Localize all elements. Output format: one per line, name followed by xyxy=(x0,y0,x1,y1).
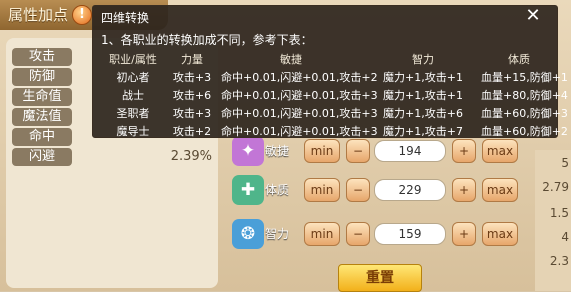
max-button[interactable]: max xyxy=(482,139,518,163)
table-cell: 战士 xyxy=(122,89,144,102)
intelligence-icon: ❂ xyxy=(232,219,264,249)
stat-label: 攻击 xyxy=(12,48,72,66)
plus-button[interactable]: + xyxy=(452,222,476,246)
minus-button[interactable]: − xyxy=(346,178,370,202)
table-cell: 魔力+1,攻击+7 xyxy=(383,125,463,138)
conversion-table: 职业/属性 力量 敏捷 智力 体质 初心者 攻击+3 命中+0.01,闪避+0.… xyxy=(93,51,568,141)
header-cell: 体质 xyxy=(508,53,530,66)
min-button[interactable]: min xyxy=(304,222,340,246)
table-cell: 初心者 xyxy=(116,71,150,84)
stat-label: 生命值 xyxy=(12,88,72,106)
attr-name: 体质 xyxy=(265,183,290,197)
stat-label: 闪避 xyxy=(12,148,72,166)
plus-button[interactable]: + xyxy=(452,139,476,163)
table-cell: 命中+0.01,闪避+0.01,攻击+3 xyxy=(221,125,378,138)
constitution-value-field[interactable]: 229 xyxy=(374,179,446,201)
header-cell: 力量 xyxy=(181,53,203,66)
table-cell: 攻击+3 xyxy=(172,107,212,120)
table-row: 圣职者 攻击+3 命中+0.01,闪避+0.01,攻击+3 魔力+1,攻击+6 … xyxy=(93,105,568,123)
table-cell: 血量+15,防御+1 xyxy=(481,71,568,84)
table-cell: 魔力+1,攻击+6 xyxy=(383,107,463,120)
right-value: 4 xyxy=(561,230,569,244)
table-cell: 命中+0.01,闪避+0.01,攻击+2 xyxy=(221,71,378,84)
table-cell: 血量+80,防御+4 xyxy=(481,89,568,102)
attr-row-constitution: ✚ 体质 min − 229 + max xyxy=(232,175,522,205)
table-cell: 命中+0.01,闪避+0.01,攻击+3 xyxy=(221,89,378,102)
table-cell: 血量+60,防御+3 xyxy=(481,107,568,120)
max-button[interactable]: max xyxy=(482,178,518,202)
tooltip-title: 四维转换 xyxy=(101,11,150,25)
table-cell: 攻击+6 xyxy=(172,89,212,102)
attr-row-intelligence: ❂ 智力 min − 159 + max xyxy=(232,219,522,249)
table-cell: 魔导士 xyxy=(116,125,150,138)
min-button[interactable]: min xyxy=(304,178,340,202)
plus-button[interactable]: + xyxy=(452,178,476,202)
stat-row-dodge: 闪避 2.39% xyxy=(12,148,212,166)
right-value: 2.79 xyxy=(542,180,569,194)
table-row: 魔导士 攻击+2 命中+0.01,闪避+0.01,攻击+3 魔力+1,攻击+7 … xyxy=(93,123,568,141)
right-values-strip: 5 2.79 1.5 4 2.3 xyxy=(535,150,571,291)
constitution-icon: ✚ xyxy=(232,175,264,205)
conversion-tooltip: 四维转换 1、各职业的转换加成不同，参考下表： 职业/属性 力量 敏捷 智力 体… xyxy=(92,5,568,141)
stat-value: 2.39% xyxy=(170,149,212,164)
stat-label: 命中 xyxy=(12,128,72,146)
header-cell: 职业/属性 xyxy=(109,53,157,66)
right-value: 5 xyxy=(561,156,569,170)
max-button[interactable]: max xyxy=(482,222,518,246)
table-cell: 血量+60,防御+2 xyxy=(481,125,568,138)
minus-button[interactable]: − xyxy=(346,139,370,163)
table-row: 战士 攻击+6 命中+0.01,闪避+0.01,攻击+3 魔力+1,攻击+1 血… xyxy=(93,87,568,105)
tooltip-description: 1、各职业的转换加成不同，参考下表： xyxy=(101,33,313,47)
header-cell: 敏捷 xyxy=(280,53,302,66)
table-cell: 魔力+1,攻击+1 xyxy=(383,89,463,102)
attr-name: 智力 xyxy=(265,227,290,241)
right-value: 2.3 xyxy=(549,254,569,268)
stat-label: 防御 xyxy=(12,68,72,86)
right-value: 1.5 xyxy=(549,206,569,220)
reset-button[interactable]: 重置 xyxy=(338,264,422,292)
min-button[interactable]: min xyxy=(304,139,340,163)
table-row: 初心者 攻击+3 命中+0.01,闪避+0.01,攻击+2 魔力+1,攻击+1 … xyxy=(93,69,568,87)
agility-value-field[interactable]: 194 xyxy=(374,140,446,162)
header-cell: 智力 xyxy=(412,53,434,66)
table-cell: 命中+0.01,闪避+0.01,攻击+3 xyxy=(221,107,378,120)
table-cell: 攻击+3 xyxy=(172,71,212,84)
stat-label: 魔法值 xyxy=(12,108,72,126)
table-cell: 攻击+2 xyxy=(172,125,212,138)
table-cell: 圣职者 xyxy=(116,107,150,120)
close-icon[interactable]: ✕ xyxy=(523,6,543,26)
table-cell: 魔力+1,攻击+1 xyxy=(383,71,463,84)
intelligence-value-field[interactable]: 159 xyxy=(374,223,446,245)
info-icon[interactable]: ! xyxy=(72,5,92,25)
table-header-row: 职业/属性 力量 敏捷 智力 体质 xyxy=(93,51,557,69)
minus-button[interactable]: − xyxy=(346,222,370,246)
